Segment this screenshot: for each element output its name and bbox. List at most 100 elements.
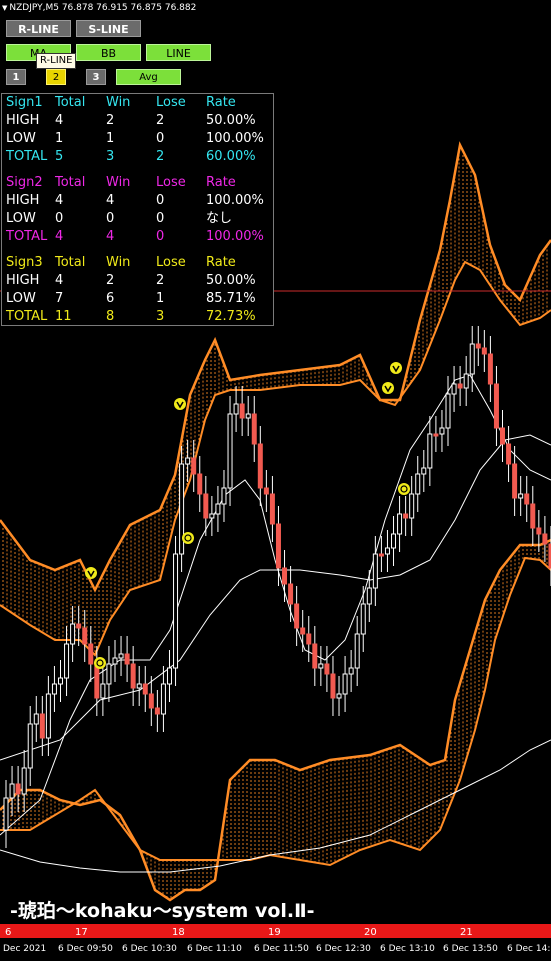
candle: [27, 706, 33, 786]
time-label: Dec 2021: [3, 944, 46, 954]
candle: [330, 656, 336, 716]
candle-body: [263, 487, 269, 495]
line-button[interactable]: LINE: [146, 44, 211, 61]
time-label: 6 Dec 11:10: [187, 944, 242, 954]
row-cell: LOW: [6, 211, 36, 226]
candle: [439, 410, 445, 452]
candle: [463, 356, 469, 406]
row-cell: 2: [156, 273, 165, 288]
candle: [106, 646, 112, 702]
bb-button[interactable]: BB: [76, 44, 141, 61]
row-cell: TOTAL: [6, 309, 48, 324]
candle-body: [348, 667, 354, 675]
sign-3-button[interactable]: 3: [86, 69, 106, 85]
candle: [542, 516, 548, 562]
candle: [233, 386, 239, 432]
candle: [185, 440, 191, 482]
candle: [475, 326, 481, 366]
candle-body: [384, 547, 390, 555]
candle-body: [536, 527, 542, 535]
time-axis: 6 17 18 19 20 21 Dec 2021 6 Dec 09:50 6 Dec 10:3…: [0, 924, 551, 954]
candle-body: [391, 533, 397, 549]
candle-body: [15, 783, 21, 795]
candle-body: [288, 583, 294, 605]
candle: [130, 646, 136, 706]
candle: [173, 536, 179, 686]
header-cell: Win: [106, 175, 131, 190]
candle-body: [512, 463, 518, 499]
time-label: 6 Dec 10:30: [122, 944, 177, 954]
candle-body: [457, 383, 463, 389]
row-cell: 3: [106, 149, 115, 164]
row-cell: 100.00%: [206, 229, 264, 244]
row-cell: LOW: [6, 291, 36, 306]
candle-body: [403, 513, 409, 519]
row-cell: 7: [55, 291, 64, 306]
candle-body: [239, 403, 245, 419]
candle-body: [45, 693, 51, 739]
candle: [354, 616, 360, 686]
candle-body: [421, 467, 427, 475]
candle: [3, 780, 9, 848]
candle-body: [197, 473, 203, 495]
row-cell: 0: [156, 131, 165, 146]
time-label: 6 Dec 12:30: [316, 944, 371, 954]
header-cell: Rate: [206, 255, 236, 270]
candle: [487, 336, 493, 402]
candle: [282, 550, 288, 602]
candle-body: [94, 663, 100, 699]
candle: [88, 626, 94, 682]
candle: [342, 656, 348, 712]
tooltip: R-LINE: [36, 53, 77, 69]
candle: [372, 536, 378, 606]
avg-button[interactable]: Avg: [116, 69, 181, 85]
candle-body: [51, 683, 57, 695]
day-label: 20: [364, 927, 377, 938]
candle-body: [487, 353, 493, 385]
sign-1-button[interactable]: 1: [6, 69, 26, 85]
candle: [227, 396, 233, 506]
candle: [336, 676, 342, 716]
candle: [415, 456, 421, 512]
candle: [421, 450, 427, 492]
candle-body: [27, 723, 33, 769]
candle: [481, 330, 487, 372]
candle-body: [378, 553, 384, 557]
candle: [506, 426, 512, 482]
header-cell: Win: [106, 95, 131, 110]
candle-body: [185, 457, 191, 465]
row-cell: 4: [55, 193, 64, 208]
candle-body: [324, 663, 330, 675]
time-label: 6 Dec 13:10: [380, 944, 435, 954]
candle: [457, 366, 463, 406]
candle-body: [215, 503, 221, 515]
symbol-price-line: NZDJPY,M5 76.878 76.915 76.875 76.882: [9, 3, 197, 13]
candle-body: [160, 683, 166, 715]
day-label: 19: [268, 927, 281, 938]
day-label: 21: [460, 927, 473, 938]
r-line-button[interactable]: R-LINE: [6, 20, 71, 37]
candle: [166, 650, 172, 702]
row-cell: なし: [206, 211, 233, 226]
header-cell: Sign2: [6, 175, 43, 190]
s-line-button[interactable]: S-LINE: [76, 20, 141, 37]
row-cell: HIGH: [6, 273, 40, 288]
signal-dot: [94, 657, 106, 669]
sign-2-button[interactable]: 2: [46, 69, 66, 85]
candle-body: [312, 643, 318, 669]
candle: [209, 496, 215, 536]
day-label: 6: [5, 927, 11, 938]
candle-body: [269, 493, 275, 525]
candle: [324, 646, 330, 692]
candle: [57, 660, 63, 702]
candle-body: [142, 683, 148, 695]
candle-body: [481, 347, 487, 355]
candle: [500, 410, 506, 462]
dropdown-triangle-icon[interactable]: ▼: [2, 4, 7, 12]
row-cell: LOW: [6, 131, 36, 146]
row-cell: 3: [156, 309, 165, 324]
candle-body: [397, 513, 403, 535]
candle-body: [136, 683, 142, 689]
candle: [197, 456, 203, 512]
candle-body: [221, 487, 227, 505]
